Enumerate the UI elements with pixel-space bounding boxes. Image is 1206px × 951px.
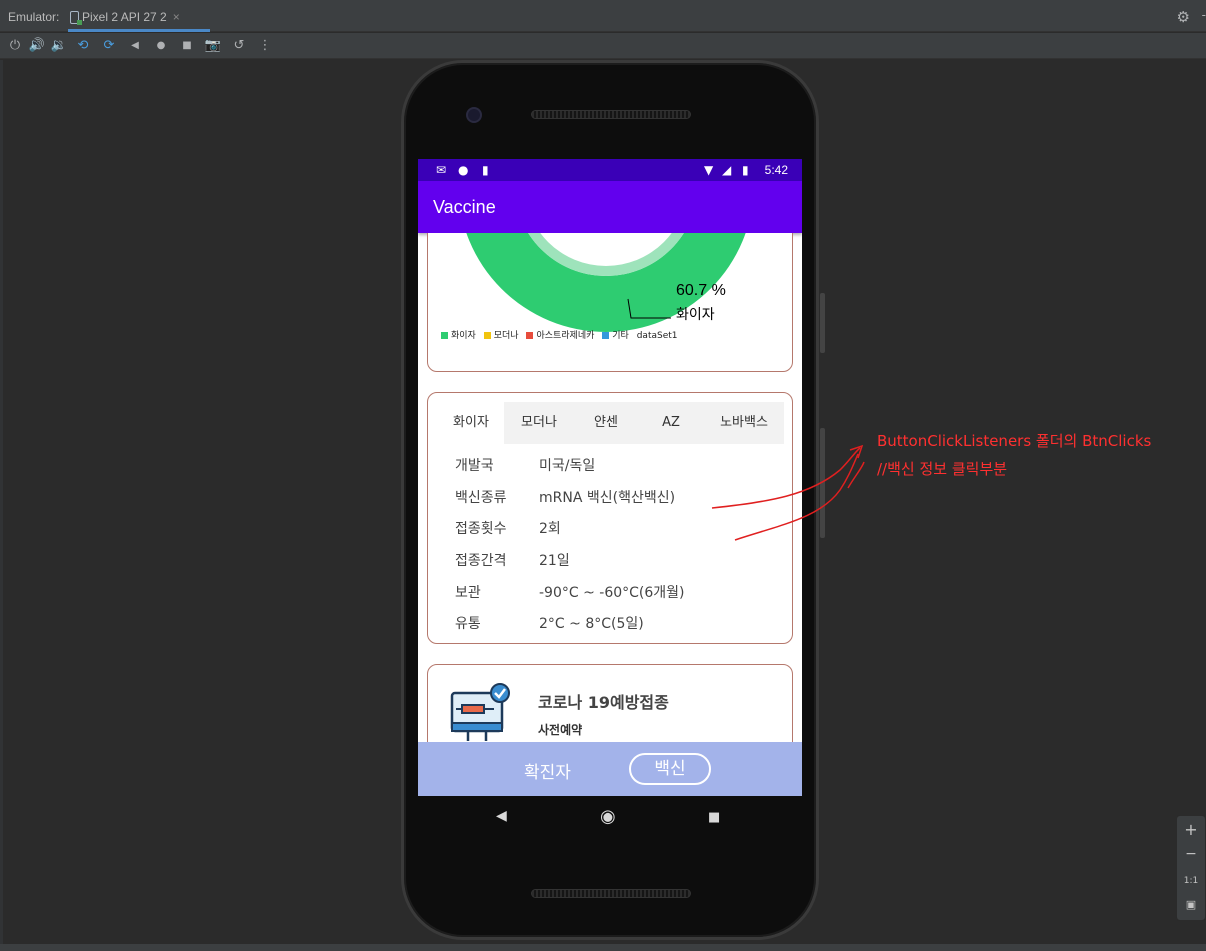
close-tab-icon[interactable]: × [173,10,180,24]
vaccine-pie-chart [466,233,746,332]
vaccine-button[interactable]: 백신 [629,753,711,785]
power-side-button[interactable] [820,293,825,353]
vaccine-tabs: 화이자 모더나 얀센 AZ 노바백스 [438,402,784,444]
legend-dataset-label: dataSet1 [636,331,678,341]
zoom-actual-button[interactable]: 1:1 [1177,876,1205,886]
chart-card: 60.7 % 화이자 화이자 모더나 아스트라제네카 기타 dataSet1 [427,233,793,372]
gmail-icon: ✉ [436,163,447,177]
device-tab-label: Pixel 2 API 27 2 [82,10,167,24]
bottom-nav: 확진자 백신 [418,742,802,796]
nav-home-icon[interactable]: ◉ [600,806,616,827]
android-nav-bar: ◀ ◉ ■ [418,796,802,842]
nav-back-icon[interactable]: ◀ [496,808,507,824]
slice-value-label: 60.7 % [676,282,726,299]
tab-novavax[interactable]: 노바백스 [704,402,784,444]
device-icon [70,11,82,25]
zoom-in-button[interactable]: + [1177,820,1205,839]
reservation-subtitle: 사전예약 [538,723,583,737]
confirmed-button[interactable]: 확진자 [524,758,571,783]
annotation-arrow [711,444,865,541]
snapshot-icon[interactable]: ↺ [230,37,248,55]
home-icon[interactable]: ● [152,37,170,55]
app-bar: Vaccine [418,181,802,233]
emulator-label: Emulator: [8,10,60,24]
rotate-right-icon[interactable]: ⟳ [100,37,118,55]
bottom-speaker [531,889,691,898]
emulator-tab-bar: Emulator: Pixel 2 API 27 2 × ⚙ - [0,0,1206,32]
status-time: 5:42 [764,163,788,177]
sd-card-icon: ▮ [482,163,489,177]
left-gutter [0,60,3,951]
nav-recents-icon[interactable]: ■ [708,810,720,825]
status-bar: ✉ ● ▮ ▼ ◢ ▮ 5:42 [418,159,802,181]
annotation-line2: //백신 정보 클릭부분 [877,460,1008,478]
tab-moderna[interactable]: 모더나 [504,402,574,444]
more-icon[interactable]: ⋮ [256,37,274,55]
slice-name-label: 화이자 [676,307,715,323]
legend-item: 아스트라제네카 [526,328,594,341]
reservation-title: 코로나 19예방접종 [538,693,669,712]
legend-item: 기타 [602,328,629,341]
sync-icon: ● [458,163,469,177]
overflow-icon[interactable]: - [1202,8,1206,22]
device-tab[interactable]: Pixel 2 API 27 2 × [68,6,210,32]
rotate-left-icon[interactable]: ⟲ [74,37,92,55]
battery-icon: ▮ [742,163,749,177]
chart-legend: 화이자 모더나 아스트라제네카 기타 dataSet1 [441,328,683,341]
zoom-out-button[interactable]: − [1177,846,1205,862]
zoom-fit-icon[interactable]: ▣ [1177,898,1205,911]
wifi-icon: ▼ [704,163,714,177]
legend-item: 화이자 [441,328,476,341]
tab-pfizer[interactable]: 화이자 [438,402,504,444]
tab-az[interactable]: AZ [638,402,704,444]
power-icon[interactable]: ⏻ [6,37,24,55]
tab-janssen[interactable]: 얀센 [574,402,638,444]
camera-icon [466,107,482,123]
app-title: Vaccine [433,197,496,217]
zoom-controls: + − 1:1 ▣ [1176,815,1206,921]
ide-status-strip [0,944,1206,951]
annotation-line1: ButtonClickListeners 폴더의 BtnClicks [877,432,1152,450]
volume-up-icon[interactable]: 🔊 [28,37,46,55]
back-icon[interactable]: ◀ [126,37,144,55]
top-speaker [531,110,691,119]
emulator-toolbar: ⏻ 🔊 🔉 ⟲ ⟳ ◀ ● ■ 📷 ↺ ⋮ [0,33,1206,59]
reservation-card[interactable]: 코로나 19예방접종 사전예약 [427,664,793,742]
overview-icon[interactable]: ■ [178,37,196,55]
volume-down-icon[interactable]: 🔉 [50,37,68,55]
vaccine-monitor-icon [450,683,510,741]
gear-icon[interactable]: ⚙ [1177,8,1190,26]
legend-item: 모더나 [483,328,519,341]
screenshot-icon[interactable]: 📷 [204,37,222,55]
signal-icon: ◢ [722,163,732,177]
